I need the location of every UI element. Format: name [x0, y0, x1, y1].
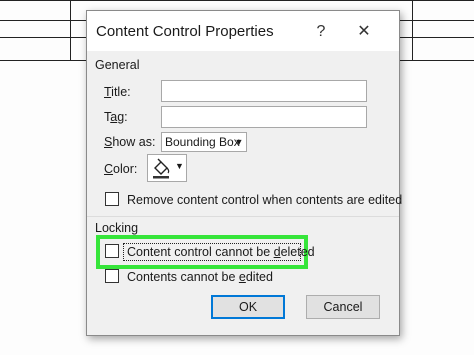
cannot-edit-checkbox[interactable]: [105, 269, 119, 283]
title-field[interactable]: [161, 80, 367, 102]
color-label-text: olor:: [113, 162, 138, 176]
remove-control-label: Remove content control when contents are…: [127, 193, 403, 207]
screenshot: Content Control Properties ? ✕ General T…: [0, 0, 474, 355]
chevron-down-icon: ▼: [234, 137, 244, 147]
show-as-dropdown[interactable]: Bounding Box ▼: [161, 132, 247, 152]
ok-button[interactable]: OK: [211, 295, 285, 319]
question-icon[interactable]: ?: [309, 21, 333, 43]
dialog-titlebar: Content Control Properties ? ✕: [87, 11, 399, 51]
tag-label: Tag:: [104, 110, 128, 124]
color-picker-button[interactable]: ▼: [147, 154, 187, 182]
title-label-text: itle:: [111, 85, 131, 99]
color-label: Color:: [104, 162, 137, 176]
show-as-label-text: how as:: [112, 135, 156, 149]
cannot-edit-prefix: Contents cannot be: [127, 270, 239, 284]
table-border: [70, 0, 71, 60]
general-section-label: General: [95, 58, 140, 72]
cannot-edit-suffix: dited: [245, 270, 273, 284]
show-as-label: Show as:: [104, 135, 155, 149]
tag-label-text: g:: [117, 110, 128, 124]
cannot-edit-label[interactable]: Contents cannot be edited: [127, 270, 273, 284]
table-border: [0, 0, 474, 1]
paint-bucket-icon: [153, 158, 170, 179]
section-divider: [87, 216, 399, 217]
title-label: Title:: [104, 85, 131, 99]
color-label-hotkey: C: [104, 162, 114, 176]
remove-control-checkbox[interactable]: [105, 192, 119, 206]
chevron-down-icon: ▼: [175, 161, 184, 171]
close-icon[interactable]: ✕: [352, 21, 376, 43]
content-control-properties-dialog: Content Control Properties ? ✕ General T…: [86, 10, 403, 336]
tag-field[interactable]: [161, 106, 367, 128]
cannot-delete-prefix: Content control cannot be: [127, 245, 274, 259]
cancel-button[interactable]: Cancel: [306, 295, 380, 319]
dialog-title: Content Control Properties: [96, 23, 274, 40]
cannot-delete-suffix: eleted: [280, 245, 315, 259]
locking-section-label: Locking: [95, 221, 139, 235]
table-border: [412, 0, 413, 60]
cannot-edit-hotkey: e: [238, 270, 246, 284]
cannot-delete-label[interactable]: Content control cannot be deleted: [127, 245, 315, 259]
cannot-delete-hotkey: d: [273, 245, 281, 259]
show-as-value: Bounding Box: [165, 135, 240, 149]
cannot-delete-checkbox[interactable]: [105, 244, 119, 258]
